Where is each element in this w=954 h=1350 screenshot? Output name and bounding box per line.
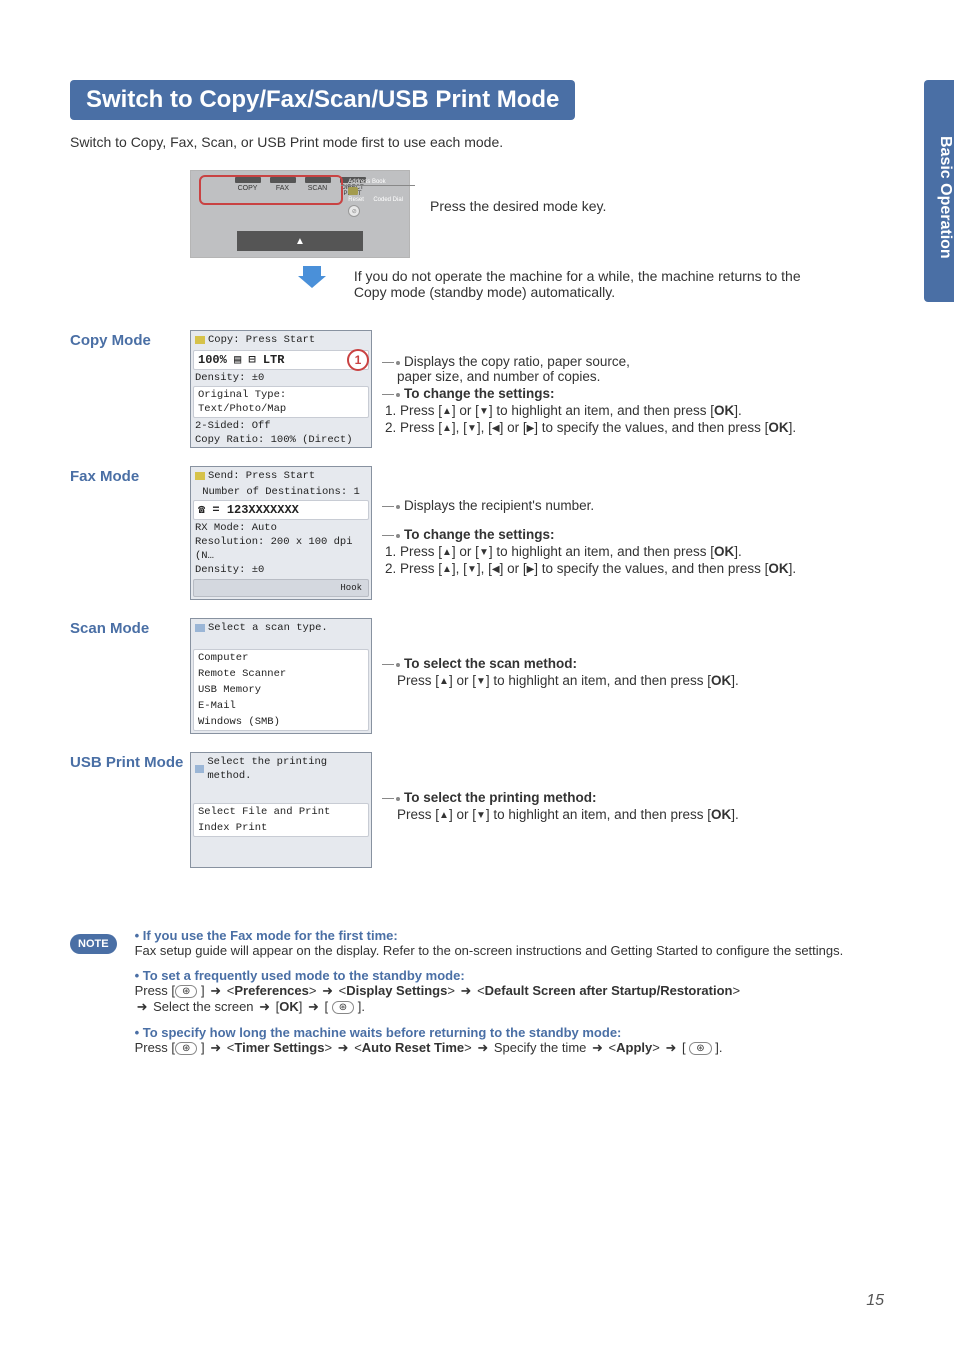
fax-lcd-number: ☎ = 123XXXXXXX bbox=[193, 500, 369, 520]
fax-lcd-header: Send: Press Start bbox=[208, 469, 315, 483]
copy-desc-line2: paper size, and number of copies. bbox=[397, 369, 600, 384]
fax-change-header: To change the settings: bbox=[404, 527, 555, 542]
scan-select-header: To select the scan method: bbox=[404, 656, 577, 671]
scan-lcd: Select a scan type. Computer Remote Scan… bbox=[190, 618, 372, 734]
fax-desc: Displays the recipient's number. bbox=[404, 498, 594, 513]
fax-mode-label: Fax Mode bbox=[70, 466, 190, 485]
copy-change-header: To change the settings: bbox=[404, 386, 555, 401]
scan-step: Press [▲] or [▼] to highlight an item, a… bbox=[382, 673, 884, 688]
intro-text: Switch to Copy, Fax, Scan, or USB Print … bbox=[70, 134, 884, 150]
label-reset: Reset bbox=[348, 197, 364, 203]
fax-row-destcount: Number of Destinations: 1 bbox=[191, 485, 371, 499]
usb-item-index-print: Index Print bbox=[194, 820, 368, 836]
note-3-detail: Press [⊛ ] ➜ <Timer Settings> ➜ <Auto Re… bbox=[135, 1040, 723, 1055]
flow-arrow-icon bbox=[298, 264, 326, 288]
usb-print-mode-label: USB Print Mode bbox=[70, 752, 190, 771]
usb-item-select-file: Select File and Print bbox=[194, 804, 368, 820]
scan-item-remote: Remote Scanner bbox=[194, 666, 368, 682]
copy-step-1: Press [▲] or [▼] to highlight an item, a… bbox=[400, 403, 884, 418]
key-copy: COPY bbox=[232, 185, 264, 192]
copy-desc-line1: Displays the copy ratio, paper source, bbox=[404, 354, 630, 369]
note-2-title: To set a frequently used mode to the sta… bbox=[143, 968, 465, 983]
copy-mode-label: Copy Mode bbox=[70, 330, 190, 349]
fax-row-resolution: Resolution: 200 x 100 dpi (N… bbox=[191, 535, 371, 563]
note-3-title: To specify how long the machine waits be… bbox=[143, 1025, 622, 1040]
usb-step: Press [▲] or [▼] to highlight an item, a… bbox=[382, 807, 884, 822]
label-coded-dial: Coded Dial bbox=[373, 197, 403, 203]
control-panel-figure: COPY FAX SCAN DIRECT PRINT Address Book … bbox=[190, 170, 410, 258]
copy-row-ratio: Copy Ratio: 100% (Direct) bbox=[191, 433, 371, 447]
scan-item-smb: Windows (SMB) bbox=[194, 714, 368, 730]
usb-select-header: To select the printing method: bbox=[404, 790, 597, 805]
fax-lcd: Send: Press Start Number of Destinations… bbox=[190, 466, 372, 600]
flow-text: If you do not operate the machine for a … bbox=[354, 268, 834, 300]
page-number: 15 bbox=[866, 1292, 884, 1310]
fax-step-2: Press [▲], [▼], [◀] or [▶] to specify th… bbox=[400, 561, 884, 576]
copy-row-2sided: 2-Sided: Off bbox=[191, 419, 371, 433]
copy-lcd-header: Copy: Press Start bbox=[208, 333, 315, 347]
copy-step-2: Press [▲], [▼], [◀] or [▶] to specify th… bbox=[400, 420, 884, 435]
copy-row-original-type: Original Type: Text/Photo/Map bbox=[193, 386, 369, 418]
page-title: Switch to Copy/Fax/Scan/USB Print Mode bbox=[70, 80, 575, 120]
scan-item-usb: USB Memory bbox=[194, 682, 368, 698]
fax-row-density: Density: ±0 bbox=[191, 563, 371, 577]
usb-lcd: Select the printing method. Select File … bbox=[190, 752, 372, 868]
fax-hook-button: Hook bbox=[193, 579, 369, 597]
note-1-title: If you use the Fax mode for the first ti… bbox=[143, 928, 398, 943]
key-scan: SCAN bbox=[302, 185, 334, 192]
side-tab: Basic Operation bbox=[924, 80, 954, 302]
scan-mode-label: Scan Mode bbox=[70, 618, 190, 637]
note-2-detail: Press [⊛ ] ➜ <Preferences> ➜ <Display Se… bbox=[135, 983, 740, 1014]
copy-lcd: Copy: Press Start 100% ▤ ⊟ LTR 1 Density… bbox=[190, 330, 372, 448]
scan-item-computer: Computer bbox=[194, 650, 368, 666]
copy-row-density: Density: ±0 bbox=[191, 371, 371, 385]
fax-step-1: Press [▲] or [▼] to highlight an item, a… bbox=[400, 544, 884, 559]
panel-caption: Press the desired mode key. bbox=[430, 198, 606, 214]
usb-lcd-header: Select the printing method. bbox=[207, 755, 367, 783]
fax-row-rxmode: RX Mode: Auto bbox=[191, 521, 371, 535]
copy-lcd-status: 100% ▤ ⊟ LTR bbox=[193, 350, 369, 370]
note-badge: NOTE bbox=[70, 934, 117, 954]
scan-lcd-header: Select a scan type. bbox=[208, 621, 328, 635]
key-fax: FAX bbox=[267, 185, 299, 192]
note-1-detail: Fax setup guide will appear on the displ… bbox=[135, 943, 844, 958]
scan-item-email: E-Mail bbox=[194, 698, 368, 714]
